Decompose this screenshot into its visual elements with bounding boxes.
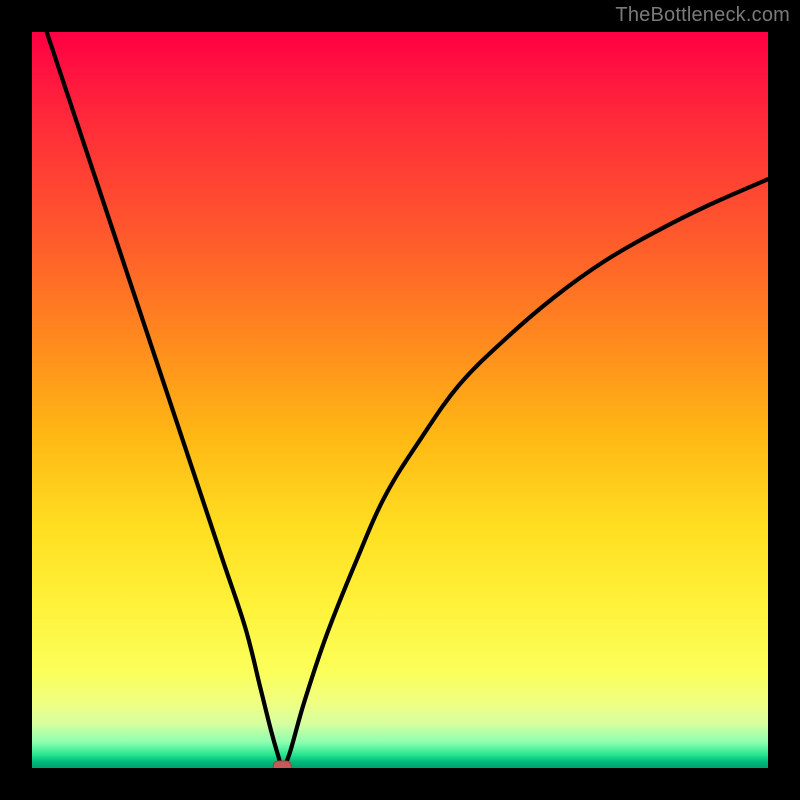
plot-area — [32, 32, 768, 768]
bottleneck-curve — [47, 32, 768, 768]
minimum-marker — [273, 761, 291, 768]
chart-frame: TheBottleneck.com — [0, 0, 800, 800]
attribution-text: TheBottleneck.com — [615, 4, 790, 27]
chart-svg — [32, 32, 768, 768]
